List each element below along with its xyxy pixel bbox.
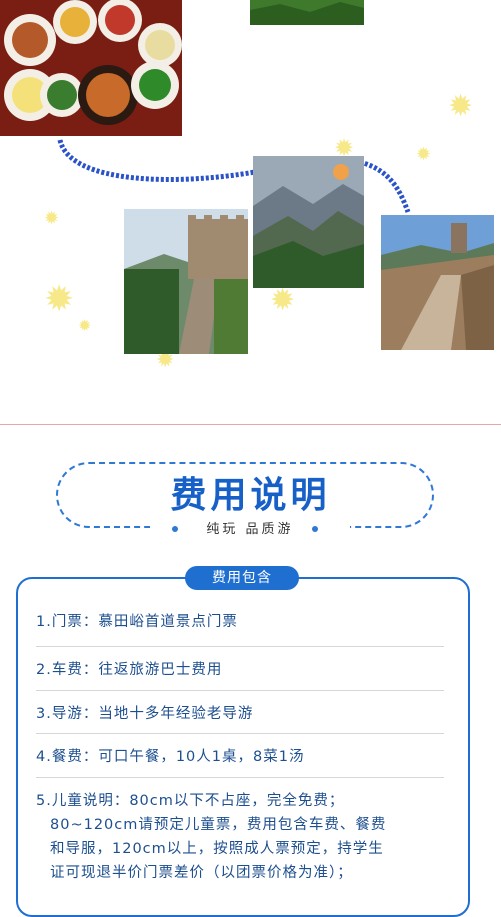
great-wall-tower-photo bbox=[124, 209, 248, 354]
children-line-1: 5.儿童说明：80cm以下不占座，完全免费； bbox=[36, 793, 345, 809]
item-divider bbox=[36, 690, 444, 691]
sparkle-icon: ✹ bbox=[44, 208, 60, 229]
fee-item-meal: 4.餐费：可口午餐，10人1桌，8菜1汤 bbox=[36, 749, 305, 765]
sparkle-icon: ✹ bbox=[448, 89, 474, 124]
children-line-2: 80~120cm请预定儿童票，费用包含车费、餐费 bbox=[50, 817, 387, 833]
fee-included-badge: 费用包含 bbox=[185, 566, 299, 590]
fee-item-children: 5.儿童说明：80cm以下不占座，完全免费； 80~120cm请预定儿童票，费用… bbox=[36, 789, 446, 885]
item-divider bbox=[36, 777, 444, 778]
misty-mountain-photo bbox=[253, 156, 364, 288]
sparkle-icon: ✹ bbox=[78, 316, 92, 335]
fee-item-transport: 2.车费：往返旅游巴士费用 bbox=[36, 662, 223, 678]
item-divider bbox=[36, 733, 444, 734]
subtitle-dot-left bbox=[172, 526, 178, 532]
fee-item-guide: 3.导游：当地十多年经验老导游 bbox=[36, 706, 254, 722]
sparkle-icon: ✹ bbox=[270, 283, 296, 318]
subtitle-block: 纯玩 品质游 bbox=[150, 518, 350, 540]
children-line-4: 证可现退半价门票差价（以团票价格为准）； bbox=[50, 865, 353, 881]
tour-detail-page: ✹ ✹ ✹ ✹ ✹ ✹ ✹ ✹ 费用说明 纯玩 品质游 费用包含 1.门票：慕田… bbox=[0, 0, 501, 917]
item-divider bbox=[36, 646, 444, 647]
sparkle-icon: ✹ bbox=[416, 144, 432, 165]
section-subtitle: 纯玩 品质游 bbox=[206, 522, 294, 537]
children-line-3: 和导服，120cm以上，按照成人票预定，持学生 bbox=[50, 841, 384, 857]
subtitle-dot-right bbox=[312, 526, 318, 532]
fee-item-ticket: 1.门票：慕田峪首道景点门票 bbox=[36, 614, 238, 630]
section-divider bbox=[0, 424, 501, 425]
food-photo bbox=[0, 0, 182, 136]
mountain-top-photo bbox=[250, 0, 364, 25]
section-title: 费用说明 bbox=[170, 475, 331, 516]
great-wall-walkway-photo bbox=[381, 215, 494, 350]
sparkle-icon: ✹ bbox=[44, 279, 75, 320]
